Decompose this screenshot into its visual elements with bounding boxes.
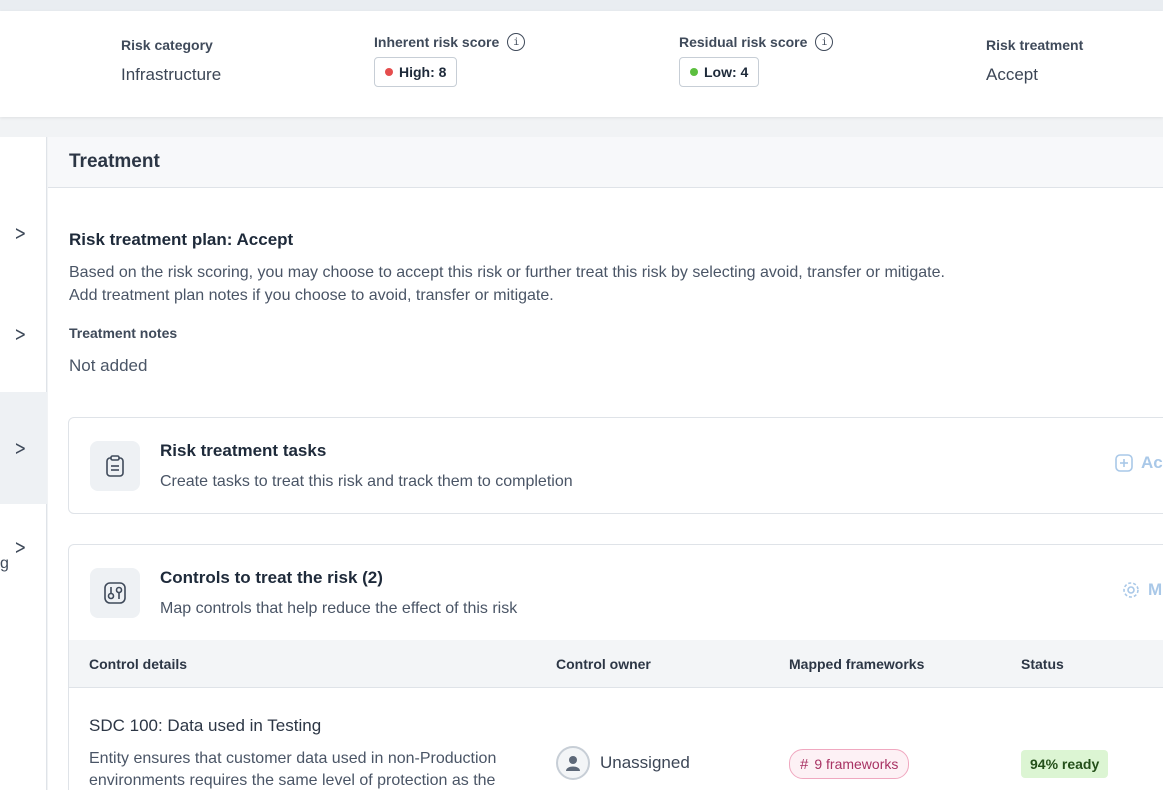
treatment-section: Treatment Risk treatment plan: Accept Ba… — [48, 137, 1163, 790]
residual-risk-field: Residual risk score i Low: 4 — [679, 33, 834, 87]
inherent-score-badge: High: 8 — [374, 57, 458, 87]
control-description-line: environments requires the same level of … — [89, 772, 496, 789]
top-strip — [0, 0, 1163, 11]
treatment-plan-title: Risk treatment plan: Accept — [69, 230, 294, 249]
risk-category-field: Risk category Infrastructure — [121, 37, 221, 85]
low-dot-icon — [690, 68, 698, 76]
controls-card-title: Controls to treat the risk (2) — [160, 568, 383, 587]
section-nav-item-treatment[interactable]: > — [0, 392, 47, 504]
gear-icon — [1123, 582, 1139, 598]
residual-score-badge: Low: 4 — [679, 57, 760, 87]
risk-treatment-value: Accept — [986, 65, 1038, 84]
section-nav-item-4-label: g — [0, 555, 9, 572]
chevron-right-icon: > — [14, 436, 27, 460]
column-header-status[interactable]: Status — [1021, 656, 1064, 672]
status-badge: 94% ready — [1021, 750, 1109, 778]
controls-table-header: Control details Control owner Mapped fra… — [69, 640, 1163, 688]
frameworks-badge[interactable]: # 9 frameworks — [789, 749, 910, 779]
avatar — [556, 746, 590, 780]
clipboard-icon — [90, 441, 140, 491]
risk-treatment-field: Risk treatment Accept — [986, 37, 1083, 85]
control-title[interactable]: SDC 100: Data used in Testing — [89, 716, 321, 736]
tasks-card-subtitle: Create tasks to treat this risk and trac… — [160, 473, 573, 490]
residual-score-value: Low: 4 — [704, 64, 749, 80]
plus-square-icon — [1115, 454, 1133, 472]
control-description: Entity ensures that customer data used i… — [89, 748, 549, 790]
left-section-nav: > > > > g — [0, 137, 47, 790]
map-controls-label: M — [1148, 580, 1163, 599]
tasks-card-title: Risk treatment tasks — [160, 441, 327, 460]
risk-category-label: Risk category — [121, 37, 213, 53]
treatment-notes-label: Treatment notes — [69, 325, 178, 341]
treatment-notes-value: Not added — [69, 356, 148, 375]
chevron-right-icon: > — [14, 535, 27, 559]
plan-desc-line: Add treatment plan notes if you choose t… — [69, 287, 554, 304]
hash-icon: # — [800, 755, 809, 773]
controls-icon — [90, 568, 140, 618]
column-header-control-details[interactable]: Control details — [89, 656, 187, 672]
control-owner[interactable]: Unassigned — [556, 746, 690, 780]
treatment-plan-description: Based on the risk scoring, you may choos… — [69, 261, 1069, 307]
user-icon — [566, 756, 580, 771]
controls-card-subtitle: Map controls that help reduce the effect… — [160, 600, 518, 617]
add-task-button[interactable]: Ac — [1115, 453, 1163, 473]
high-dot-icon — [385, 68, 393, 76]
owner-name: Unassigned — [600, 753, 690, 772]
risk-treatment-tasks-card: Risk treatment tasks Create tasks to tre… — [68, 417, 1163, 514]
section-title: Treatment — [48, 137, 1163, 188]
add-task-label: Ac — [1141, 453, 1163, 472]
risk-summary-bar: Risk category Infrastructure Inherent ri… — [0, 11, 1163, 117]
frameworks-count: 9 frameworks — [814, 756, 899, 772]
plan-desc-line: Based on the risk scoring, you may choos… — [69, 264, 945, 281]
risk-category-value: Infrastructure — [121, 65, 222, 84]
info-icon[interactable]: i — [815, 33, 834, 51]
section-nav-item-4[interactable]: > — [0, 497, 47, 597]
inherent-risk-field: Inherent risk score i High: 8 — [374, 33, 526, 87]
controls-card: Controls to treat the risk (2) Map contr… — [68, 544, 1163, 790]
map-controls-button[interactable]: M — [1122, 580, 1162, 600]
column-header-control-owner[interactable]: Control owner — [556, 656, 651, 672]
section-nav-item-1[interactable]: > — [0, 183, 47, 283]
inherent-score-value: High: 8 — [399, 64, 447, 80]
section-nav-item-2[interactable]: > — [0, 284, 47, 384]
control-description-line: Entity ensures that customer data used i… — [89, 750, 497, 767]
residual-risk-label: Residual risk score — [679, 34, 808, 50]
column-header-mapped-frameworks[interactable]: Mapped frameworks — [789, 656, 924, 672]
table-row[interactable]: SDC 100: Data used in Testing Entity ens… — [69, 688, 1163, 790]
risk-treatment-label: Risk treatment — [986, 37, 1084, 53]
inherent-risk-label: Inherent risk score — [374, 34, 500, 50]
info-icon[interactable]: i — [507, 33, 526, 51]
chevron-right-icon: > — [14, 322, 27, 346]
chevron-right-icon: > — [14, 221, 27, 245]
